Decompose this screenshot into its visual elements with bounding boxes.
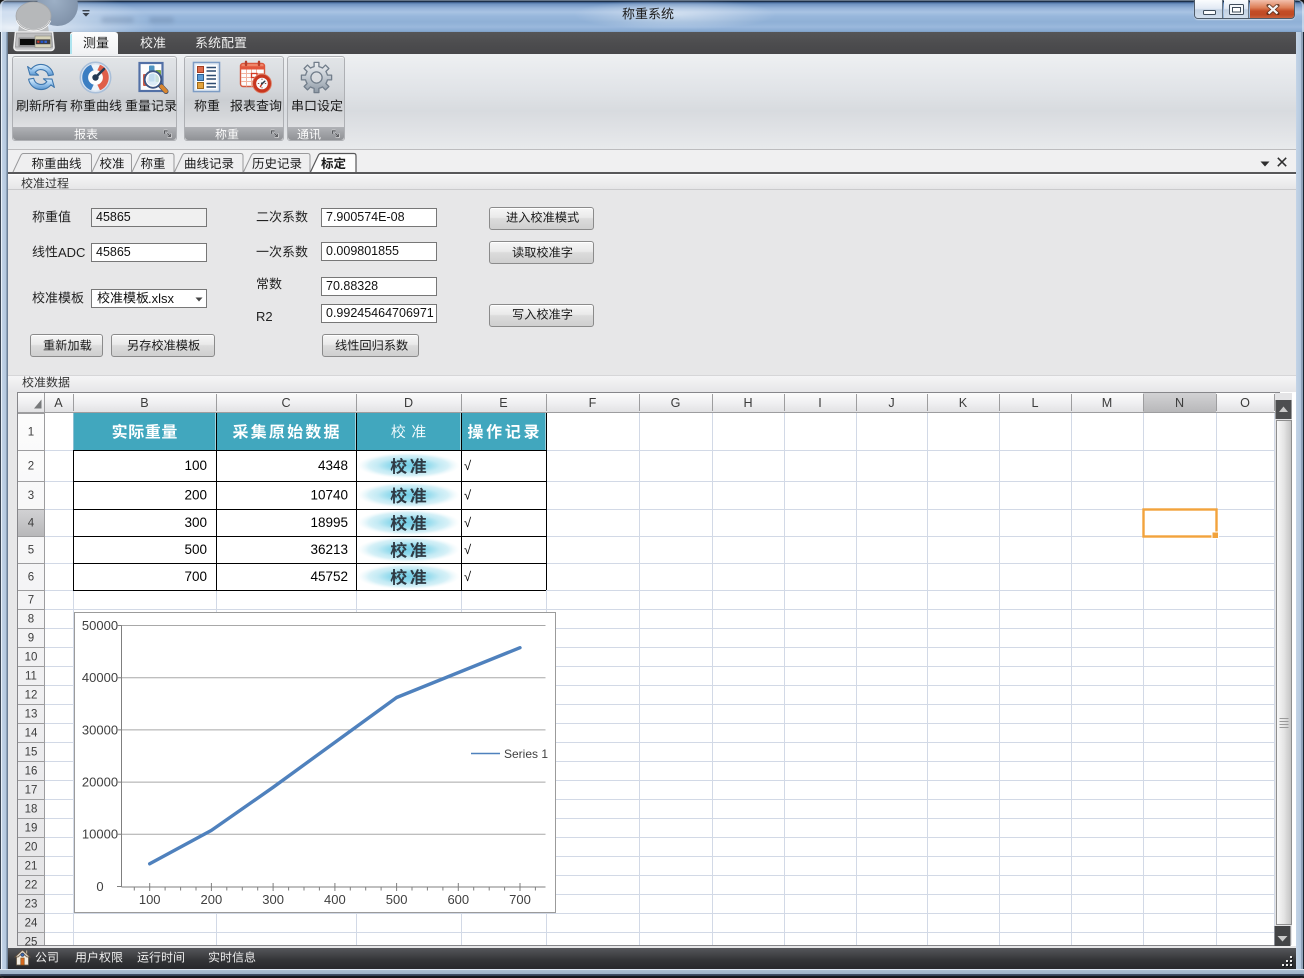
svg-text:C: C [281,396,290,410]
svg-text:K: K [959,396,968,410]
svg-text:N: N [1175,396,1184,410]
svg-text:700: 700 [184,569,207,584]
svg-text:14: 14 [25,728,38,740]
svg-text:H: H [743,396,752,410]
svg-text:36213: 36213 [310,542,348,557]
svg-text:√: √ [464,569,472,584]
svg-text:D: D [404,396,413,410]
svg-text:√: √ [464,458,472,473]
svg-text:√: √ [464,488,472,503]
svg-text:E: E [499,396,507,410]
svg-text:A: A [54,396,63,410]
svg-text:25: 25 [25,937,38,946]
svg-text:10: 10 [25,652,38,664]
svg-text:10000: 10000 [82,827,118,842]
svg-text:24: 24 [25,918,38,930]
svg-text:O: O [1240,396,1250,410]
svg-text:15: 15 [25,747,38,759]
svg-text:50000: 50000 [82,618,118,633]
svg-text:M: M [1102,396,1113,410]
svg-text:7: 7 [28,595,34,607]
svg-text:500: 500 [184,542,207,557]
svg-text:20: 20 [25,842,38,854]
svg-text:18995: 18995 [310,515,348,530]
svg-text:200: 200 [201,892,223,907]
svg-text:√: √ [464,515,472,530]
svg-text:400: 400 [324,892,346,907]
svg-text:I: I [818,396,822,410]
svg-text:100: 100 [139,892,161,907]
svg-text:20000: 20000 [82,775,118,790]
svg-text:B: B [140,396,148,410]
svg-text:4348: 4348 [318,458,348,473]
svg-text:Series 1: Series 1 [504,747,548,761]
svg-text:30000: 30000 [82,722,118,737]
svg-text:F: F [589,396,597,410]
svg-text:13: 13 [25,709,38,721]
svg-text:11: 11 [25,671,37,683]
svg-text:200: 200 [184,488,207,503]
svg-text:19: 19 [25,823,38,835]
svg-text:17: 17 [25,785,38,797]
svg-text:40000: 40000 [82,670,118,685]
svg-text:16: 16 [25,766,38,778]
svg-text:18: 18 [25,804,38,816]
svg-text:300: 300 [184,515,207,530]
svg-text:9: 9 [28,633,34,645]
svg-text:0: 0 [96,879,103,894]
svg-text:600: 600 [447,892,469,907]
svg-text:100: 100 [184,458,207,473]
svg-text:3: 3 [28,490,34,502]
svg-text:12: 12 [25,690,38,702]
svg-text:10740: 10740 [310,488,348,503]
svg-text:6: 6 [28,572,34,584]
svg-text:300: 300 [262,892,284,907]
svg-text:700: 700 [509,892,531,907]
svg-text:G: G [671,396,681,410]
svg-text:21: 21 [25,861,38,873]
svg-text:22: 22 [25,880,38,892]
svg-text:23: 23 [25,899,38,911]
svg-text:√: √ [464,542,472,557]
svg-text:J: J [888,396,894,410]
svg-text:L: L [1031,396,1038,410]
svg-text:45752: 45752 [310,569,348,584]
svg-text:1: 1 [28,427,34,439]
svg-text:8: 8 [28,614,34,626]
svg-text:2: 2 [28,461,34,473]
svg-text:4: 4 [28,518,35,530]
svg-text:5: 5 [28,545,34,557]
svg-text:500: 500 [386,892,408,907]
